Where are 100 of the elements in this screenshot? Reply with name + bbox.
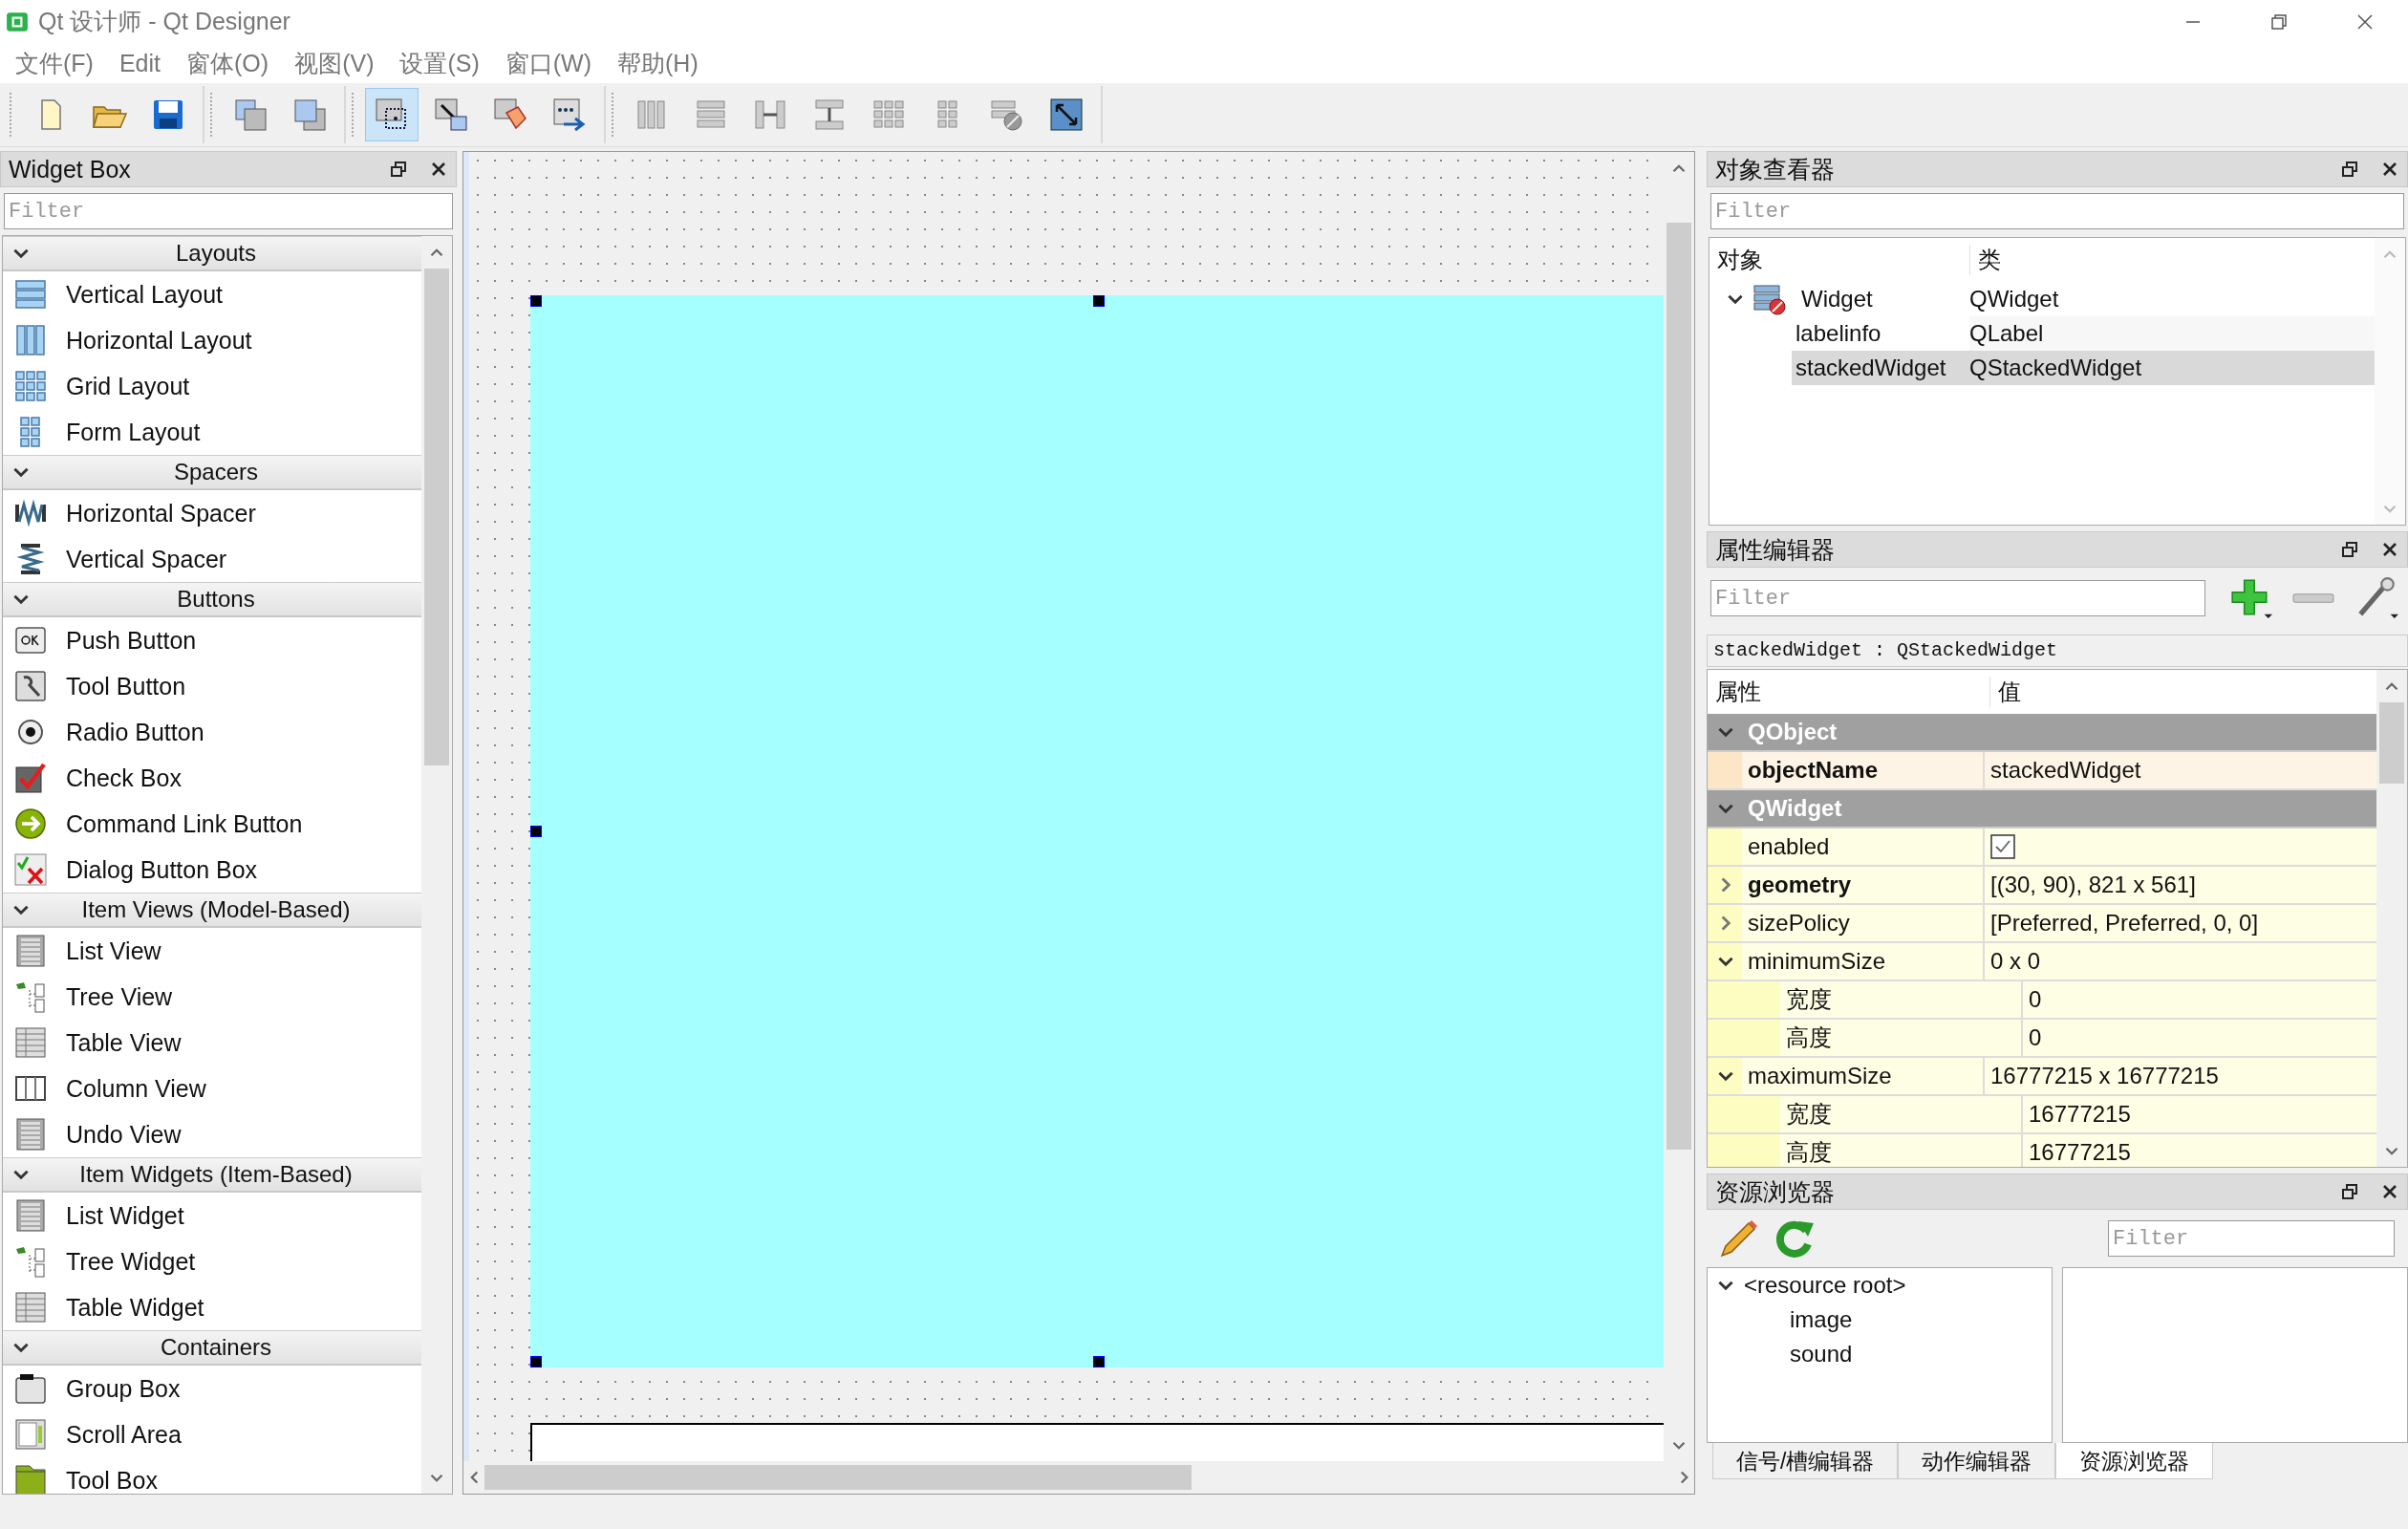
menu-item[interactable]: 帮助(H)	[608, 47, 715, 79]
object-row[interactable]: labelinfo QLabel	[1709, 316, 2375, 351]
float-icon[interactable]	[2340, 160, 2359, 179]
widget-item[interactable]: Tool Box	[66, 1466, 158, 1494]
resource-item[interactable]: <resource root>	[1744, 1272, 1906, 1299]
wrench-button-icon	[14, 670, 47, 702]
class-name: QLabel	[1969, 316, 2375, 351]
category-header[interactable]: Item Views (Model-Based)	[3, 893, 421, 928]
filter-field[interactable]: Filter	[4, 193, 453, 229]
category-header[interactable]: Spacers	[3, 455, 421, 490]
dock-tab[interactable]: 信号/槽编辑器	[1712, 1443, 1899, 1479]
widget-item[interactable]: Group Box	[66, 1374, 181, 1403]
float-icon[interactable]	[389, 160, 408, 179]
resize-handle[interactable]	[1093, 1356, 1105, 1367]
property-row[interactable]: sizePolicy [Preferred, Preferred, 0, 0]	[1708, 905, 2376, 943]
property-name: sizePolicy	[1742, 905, 1985, 941]
class-name: QWidget	[1969, 285, 2060, 313]
scrollbar-thumb[interactable]	[1666, 223, 1691, 1150]
property-row[interactable]: enabled	[1708, 829, 2376, 867]
widget-item[interactable]: Scroll Area	[66, 1420, 182, 1449]
widget-item[interactable]: List View	[66, 937, 161, 965]
resize-handle[interactable]	[530, 826, 542, 837]
column-header[interactable]: 类	[1970, 245, 2001, 275]
property-row[interactable]: geometry [(30, 90), 821 x 561]	[1708, 867, 2376, 905]
object-name: stackedWidget	[1792, 351, 1969, 385]
object-row[interactable]: stackedWidget QStackedWidget	[1709, 351, 2375, 385]
filter-field[interactable]: Filter	[2108, 1220, 2395, 1257]
object-name: labelinfo	[1795, 319, 1882, 348]
category-title: Layouts	[174, 240, 258, 267]
widget-item[interactable]: Dialog Button Box	[66, 855, 258, 884]
category-header[interactable]: Containers	[3, 1330, 421, 1366]
resource-item[interactable]: image	[1790, 1306, 1853, 1333]
dock-title: 属性编辑器	[1715, 534, 1835, 565]
widget-item[interactable]: Column View	[66, 1074, 206, 1103]
property-value: 16777215	[2029, 1101, 2131, 1128]
folder-icon	[14, 1464, 47, 1494]
property-row[interactable]: 宽度 0	[1708, 981, 2376, 1020]
column-header[interactable]: 对象	[1709, 245, 1970, 275]
widget-item[interactable]: Horizontal Layout	[66, 326, 252, 355]
widget-item[interactable]: Undo View	[66, 1120, 182, 1149]
property-row[interactable]: 高度 16777215	[1708, 1134, 2376, 1167]
resource-item[interactable]: sound	[1790, 1341, 1853, 1367]
table-icon	[14, 1026, 47, 1059]
list-icon	[14, 1118, 47, 1151]
widget-item[interactable]: Table Widget	[66, 1293, 204, 1322]
widget-item[interactable]: Horizontal Spacer	[66, 499, 256, 528]
property-value: 0	[2029, 986, 2042, 1013]
float-icon[interactable]	[2340, 540, 2359, 559]
scrollbar-thumb[interactable]	[484, 1465, 1192, 1490]
category-header[interactable]: Layouts	[3, 236, 421, 271]
resize-handle[interactable]	[530, 1356, 542, 1367]
table-icon	[14, 1291, 47, 1324]
column-header[interactable]: 属性	[1708, 677, 1990, 707]
scrollbar-thumb[interactable]	[2379, 702, 2404, 784]
property-row[interactable]: 高度 0	[1708, 1020, 2376, 1058]
menu-item[interactable]: 文件(F)	[6, 47, 110, 79]
filter-field[interactable]: Filter	[1710, 193, 2404, 229]
property-row[interactable]: 宽度 16777215	[1708, 1096, 2376, 1134]
menu-item[interactable]: 窗体(O)	[177, 47, 286, 79]
category-header[interactable]: Item Widgets (Item-Based)	[3, 1157, 421, 1193]
category-header[interactable]: Buttons	[3, 582, 421, 617]
dock-tab[interactable]: 资源浏览器	[2055, 1443, 2214, 1479]
plus-icon[interactable]	[2228, 576, 2272, 620]
widget-item[interactable]: Table View	[66, 1028, 182, 1057]
menu-item[interactable]: 视图(V)	[285, 47, 391, 79]
widget-item[interactable]: Grid Layout	[66, 372, 190, 400]
widget-item[interactable]: Check Box	[66, 764, 182, 792]
resize-handle[interactable]	[1093, 295, 1105, 307]
float-icon[interactable]	[2340, 1182, 2359, 1201]
widget-item[interactable]: Radio Button	[66, 718, 204, 746]
dock-title: 资源浏览器	[1715, 1176, 1835, 1207]
property-row[interactable]: minimumSize 0 x 0	[1708, 943, 2376, 981]
checkbox-icon	[14, 762, 47, 794]
widget-item[interactable]: Push Button	[66, 626, 197, 655]
resize-handle[interactable]	[530, 295, 542, 307]
widget-item[interactable]: Vertical Spacer	[66, 545, 227, 573]
menu-item[interactable]: Edit	[109, 49, 177, 77]
window-title: Qt 设计师 - Qt Designer	[38, 7, 290, 36]
widget-item[interactable]: Form Layout	[66, 418, 201, 446]
scrollbar[interactable]	[2376, 670, 2407, 1167]
filter-field[interactable]: Filter	[1710, 580, 2205, 616]
widget-item[interactable]: Vertical Layout	[66, 280, 223, 309]
tool-button[interactable]	[365, 88, 419, 141]
widget-item[interactable]: Tree Widget	[66, 1247, 196, 1276]
widget-item[interactable]: Tree View	[66, 982, 173, 1011]
scrollbar-thumb[interactable]	[424, 269, 449, 765]
column-header[interactable]: 值	[1990, 677, 2021, 707]
menu-item[interactable]: 设置(S)	[390, 47, 496, 79]
widget-item[interactable]: Command Link Button	[66, 809, 303, 838]
checkbox[interactable]	[1990, 834, 2015, 859]
widget-item[interactable]: List Widget	[66, 1201, 184, 1230]
object-row[interactable]: Widget QWidget	[1709, 282, 2375, 316]
list-icon	[14, 935, 47, 967]
scrollbar[interactable]	[421, 236, 452, 1494]
dock-tab[interactable]: 动作编辑器	[1898, 1443, 2056, 1479]
group-title: QWidget	[1748, 795, 1842, 822]
widget-item[interactable]: Tool Button	[66, 672, 186, 700]
menu-item[interactable]: 窗口(W)	[495, 47, 609, 79]
property-row[interactable]: objectName stackedWidget	[1708, 752, 2376, 790]
property-row[interactable]: maximumSize 16777215 x 16777215	[1708, 1058, 2376, 1096]
